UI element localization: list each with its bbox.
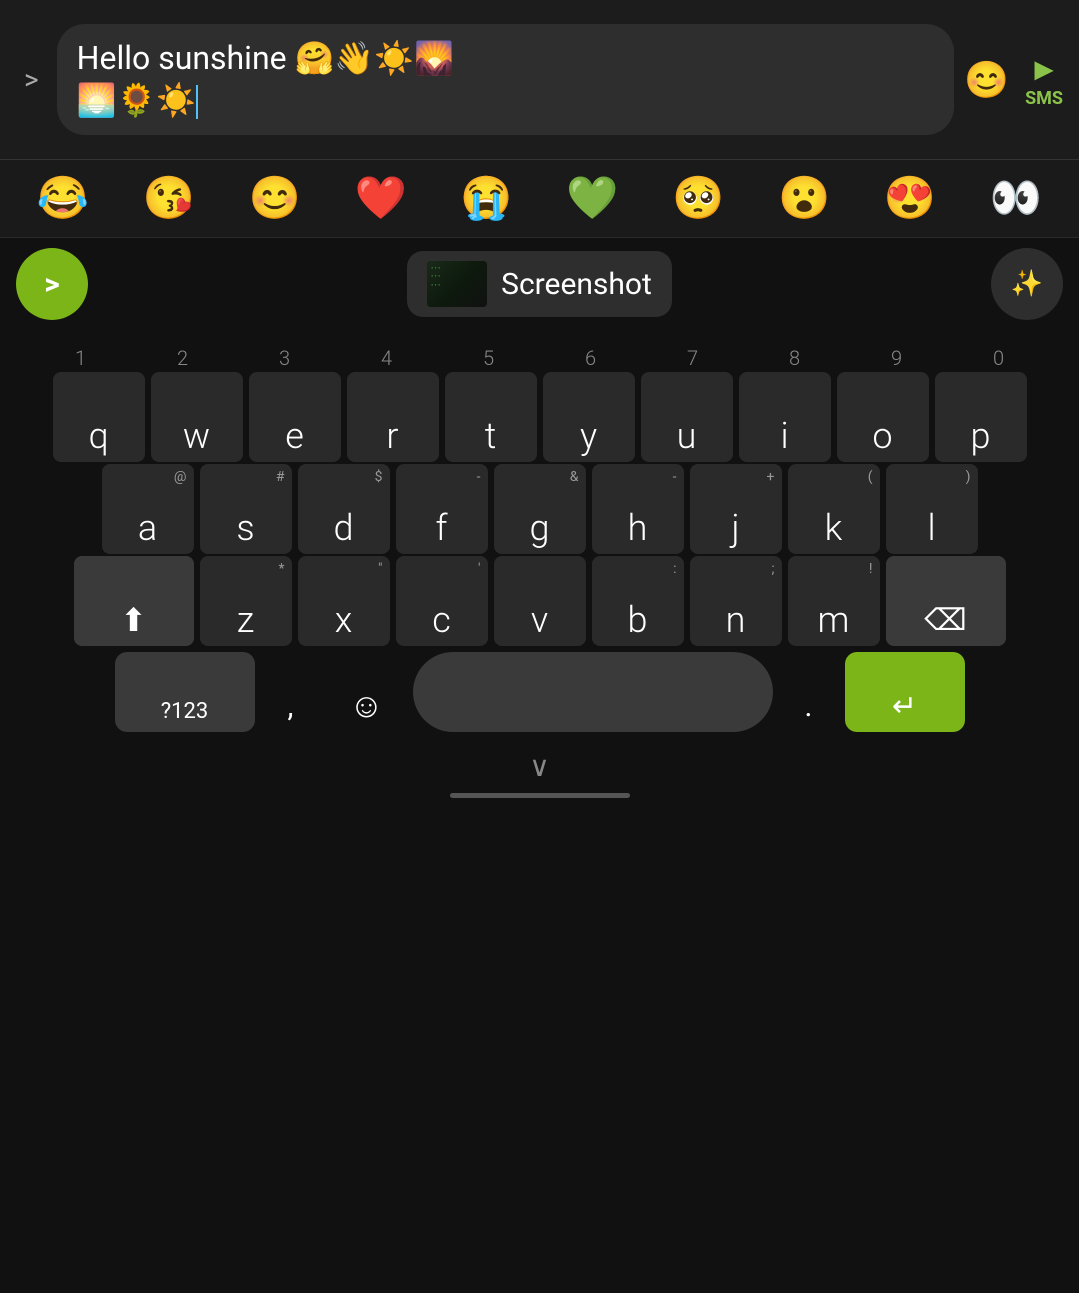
numbers-key[interactable]: ?123 [115,652,255,732]
emoji-item[interactable]: 🥺 [672,174,724,223]
bottom-bar: ∨ [0,734,1079,806]
key-3[interactable]: 3 [237,330,333,370]
key-w[interactable]: w [151,372,243,462]
key-d[interactable]: $d [298,464,390,554]
key-0[interactable]: 0 [951,330,1047,370]
key-y[interactable]: y [543,372,635,462]
keyboard-hide-button[interactable]: ∨ [529,750,550,783]
number-row: 1 2 3 4 5 6 7 8 9 0 [4,330,1075,370]
screenshot-suggestion[interactable]: Screenshot [407,251,672,317]
shift-key[interactable]: ⬆ [74,556,194,646]
key-i[interactable]: i [739,372,831,462]
emoji-item[interactable]: 😍 [884,174,936,223]
spacebar-key[interactable] [413,652,773,732]
key-2[interactable]: 2 [135,330,231,370]
period-key[interactable]: . [779,652,839,732]
magic-wand-button[interactable]: ✨ [991,248,1063,320]
bottom-row: ?123 , ☺ . ↵ [4,652,1075,732]
key-l[interactable]: )l [886,464,978,554]
emoji-picker-button[interactable]: 😊 [964,59,1009,101]
emoji-item[interactable]: 😭 [460,174,512,223]
key-a[interactable]: @a [102,464,194,554]
key-n[interactable]: ;n [690,556,782,646]
key-r[interactable]: r [347,372,439,462]
emoji-item[interactable]: 😊 [249,174,301,223]
key-u[interactable]: u [641,372,733,462]
qwerty-row: q w e r t y u i o p [4,372,1075,462]
key-g[interactable]: &g [494,464,586,554]
key-h[interactable]: -h [592,464,684,554]
key-p[interactable]: p [935,372,1027,462]
key-s[interactable]: #s [200,464,292,554]
emoji-item[interactable]: ❤️ [354,174,406,223]
key-b[interactable]: :b [592,556,684,646]
asdf-row: @a #s $d -f &g -h +j (k )l [4,464,1075,554]
emoji-item[interactable]: 😮 [778,174,830,223]
emoji-item[interactable]: 💚 [566,174,618,223]
emoji-item[interactable]: 😂 [37,174,89,223]
key-t[interactable]: t [445,372,537,462]
sms-send-button[interactable]: ► SMS [1025,50,1063,109]
key-7[interactable]: 7 [645,330,741,370]
key-8[interactable]: 8 [747,330,843,370]
key-k[interactable]: (k [788,464,880,554]
key-f[interactable]: -f [396,464,488,554]
screenshot-thumbnail [427,261,487,307]
key-5[interactable]: 5 [441,330,537,370]
screenshot-label: Screenshot [501,267,652,302]
emoji-item[interactable]: 👀 [990,174,1042,223]
zxcvbnm-row: ⬆ *z "x 'c v :b ;n !m ⌫ [4,556,1075,646]
emoji-row: 😂 😘 😊 ❤️ 😭 💚 🥺 😮 😍 👀 [0,160,1079,238]
key-c[interactable]: 'c [396,556,488,646]
message-input[interactable]: Hello sunshine 🤗👋☀️🌄 🌅🌻☀️ [57,24,955,135]
key-x[interactable]: "x [298,556,390,646]
backspace-key[interactable]: ⌫ [886,556,1006,646]
key-z[interactable]: *z [200,556,292,646]
key-v[interactable]: v [494,556,586,646]
home-indicator [450,793,630,798]
suggestion-expand-button[interactable]: > [16,248,88,320]
message-text: Hello sunshine 🤗👋☀️🌄 🌅🌻☀️ [77,38,935,121]
key-1[interactable]: 1 [33,330,129,370]
suggestion-row: > Screenshot ✨ [0,238,1079,330]
emoji-keyboard-key[interactable]: ☺ [327,652,407,732]
key-e[interactable]: e [249,372,341,462]
key-m[interactable]: !m [788,556,880,646]
emoji-item[interactable]: 😘 [143,174,195,223]
key-j[interactable]: +j [690,464,782,554]
key-6[interactable]: 6 [543,330,639,370]
message-actions: 😊 ► SMS [964,50,1063,109]
message-area: > Hello sunshine 🤗👋☀️🌄 🌅🌻☀️ 😊 ► SMS [0,0,1079,160]
key-q[interactable]: q [53,372,145,462]
key-4[interactable]: 4 [339,330,435,370]
enter-key[interactable]: ↵ [845,652,965,732]
comma-key[interactable]: , [261,652,321,732]
key-o[interactable]: o [837,372,929,462]
expand-button[interactable]: > [16,55,47,104]
key-9[interactable]: 9 [849,330,945,370]
keyboard: 1 2 3 4 5 6 7 8 9 0 q w e r t y u i o p … [0,330,1079,732]
